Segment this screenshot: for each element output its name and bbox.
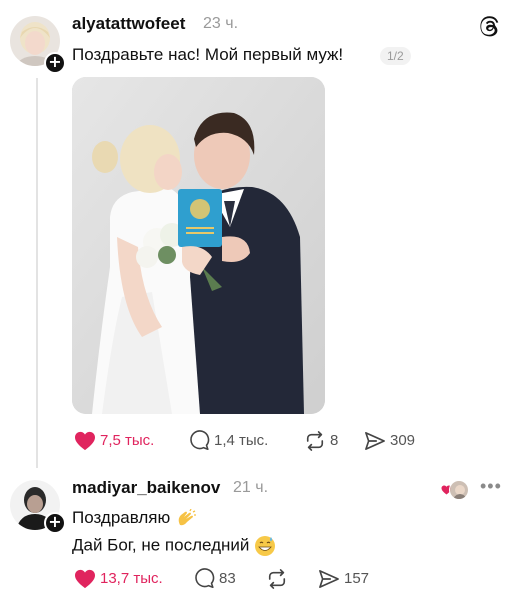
post2-text-line2-label: Дай Бог, не последний (72, 535, 250, 555)
post1-image-pager: 1/2 (380, 47, 411, 65)
post1-timestamp: 23 ч. (203, 15, 239, 32)
thread-connector-line (36, 78, 38, 468)
post1-repost-button[interactable]: 8 (304, 430, 364, 451)
post2-share-count: 157 (344, 570, 370, 587)
post1-actions: 7,5 тыс. 1,4 тыс. 8 309 (74, 430, 415, 451)
post1-share-count: 309 (390, 432, 416, 449)
post1-comment-button[interactable]: 1,4 тыс. (189, 430, 304, 451)
post2-comment-count: 83 (219, 570, 236, 587)
grinning-sweat-emoji (255, 536, 276, 556)
comment-icon (195, 568, 215, 589)
post1-text: Поздравьте нас! Мой первый муж! (72, 45, 344, 64)
post1-like-button[interactable]: 7,5 тыс. (74, 431, 189, 451)
send-icon (365, 431, 385, 450)
post2-comment-button[interactable]: 83 (194, 568, 266, 589)
post1-username[interactable]: alyatattwofeet (72, 14, 185, 34)
heart-icon (75, 569, 95, 588)
post1-photo[interactable] (72, 77, 325, 414)
post1-like-count: 7,5 тыс. (100, 432, 155, 449)
post2-username[interactable]: madiyar_baikenov (72, 478, 220, 498)
post2-text-line2: Дай Бог, не последний (72, 535, 276, 557)
post1-share-button[interactable]: 309 (364, 431, 415, 451)
post2-text-line1: Поздравляю (72, 508, 197, 529)
author-mini-avatar (449, 480, 469, 500)
send-icon (319, 569, 339, 588)
repost-icon (268, 568, 286, 589)
repost-icon (306, 430, 324, 451)
post2-repost-button[interactable] (266, 568, 318, 589)
post2-like-count: 13,7 тыс. (100, 570, 163, 587)
post2-actions: 13,7 тыс. 83 157 (74, 568, 369, 589)
post2-timestamp: 21 ч. (233, 479, 269, 496)
follow-plus-icon[interactable]: + (44, 52, 66, 74)
follow-plus-icon[interactable]: + (44, 512, 66, 534)
post2-text-line1-label: Поздравляю (72, 508, 171, 527)
post2-share-button[interactable]: 157 (318, 569, 369, 589)
post1-repost-count: 8 (330, 432, 339, 449)
more-options-button[interactable]: ••• (480, 476, 502, 497)
post1-comment-count: 1,4 тыс. (214, 432, 269, 449)
comment-icon (190, 430, 210, 451)
heart-icon (75, 431, 95, 450)
clapping-hands-emoji (178, 508, 196, 525)
post2-like-button[interactable]: 13,7 тыс. (74, 569, 194, 589)
author-liked-indicator (441, 480, 469, 500)
threads-logo-icon[interactable] (478, 14, 502, 38)
